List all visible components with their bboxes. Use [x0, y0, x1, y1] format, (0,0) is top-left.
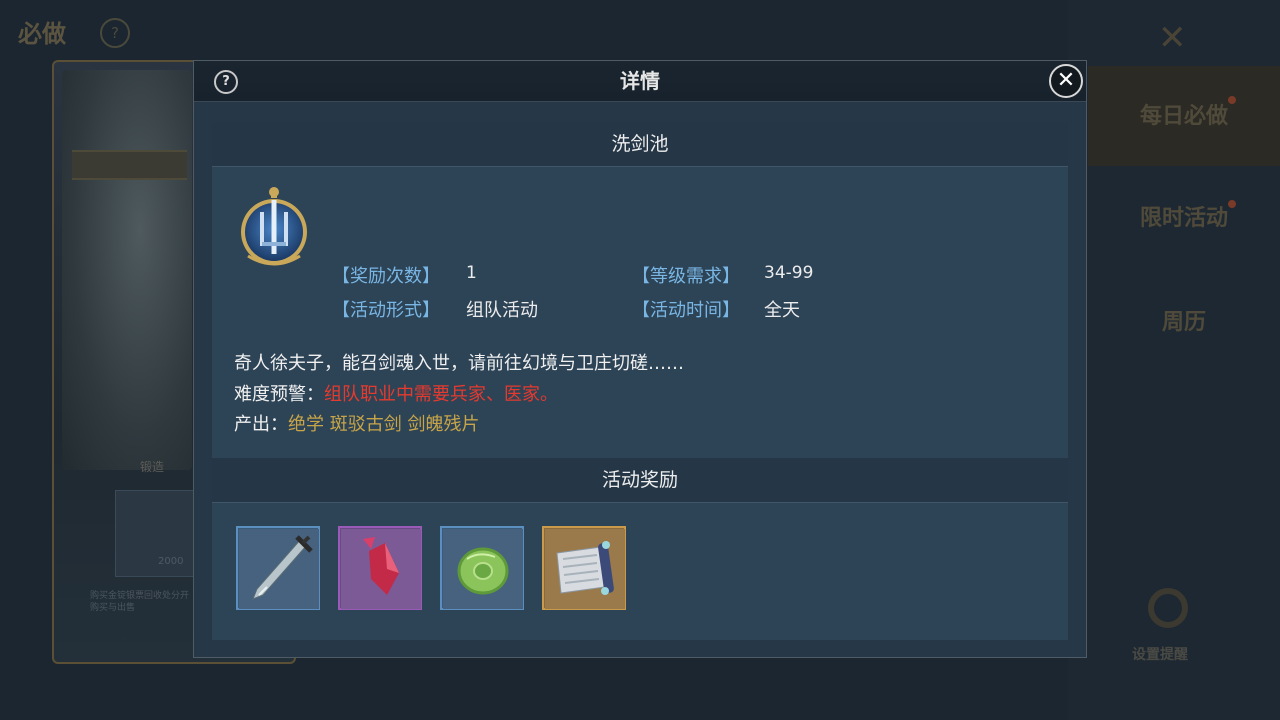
rewards-header: 活动奖励	[212, 458, 1068, 503]
activity-format-value: 组队活动	[466, 300, 538, 321]
red-crystal-icon	[341, 529, 421, 609]
reward-count-label: 【奖励次数】	[332, 266, 440, 287]
background-item-count: 2000	[158, 556, 184, 567]
background-help-icon: ?	[100, 18, 130, 48]
activity-time-value: 全天	[764, 300, 800, 321]
help-button[interactable]: ?	[214, 70, 238, 94]
background-tab-calendar: 周历	[1161, 309, 1206, 335]
background-gear-label: 设置提醒	[1132, 647, 1188, 663]
reward-item-scroll[interactable]	[542, 526, 626, 610]
activity-name-header: 洗剑池	[212, 122, 1068, 167]
scroll-icon	[545, 529, 625, 609]
background-gear-icon	[1148, 588, 1188, 628]
output-value: 绝学 斑驳古剑 剑魄残片	[288, 414, 480, 435]
detail-panel: 洗剑池 【奖励次数】 1 【等级需求】 34-99 【活动形式】 组队活动 【活…	[212, 122, 1068, 640]
output-label: 产出：	[234, 414, 288, 435]
background-notification-dot	[1228, 96, 1236, 104]
jade-disc-icon	[443, 529, 523, 609]
level-requirement-label: 【等级需求】	[632, 266, 740, 287]
reward-item-jade-disc[interactable]	[440, 526, 524, 610]
difficulty-warning-value: 组队职业中需要兵家、医家。	[324, 384, 558, 405]
sword-pool-activity-icon	[241, 187, 307, 266]
background-card-label: 锻造	[140, 460, 165, 474]
background-card-description: 购买金锭银票回收处分开购买与出售	[90, 591, 190, 613]
background-tab-daily: 每日必做	[1088, 66, 1280, 166]
difficulty-warning: 难度预警：组队职业中需要兵家、医家。	[234, 380, 558, 406]
level-requirement-value: 34-99	[764, 263, 814, 283]
background-notification-dot	[1228, 200, 1236, 208]
reward-item-sword[interactable]	[236, 526, 320, 610]
activity-time-label: 【活动时间】	[632, 300, 740, 321]
reward-count-value: 1	[466, 263, 477, 283]
sword-icon	[239, 529, 319, 609]
activity-description: 奇人徐夫子，能召剑魂入世，请前往幻境与卫庄切磋……	[234, 353, 684, 374]
background-close-icon: ✕	[1158, 18, 1187, 58]
activity-format-label: 【活动形式】	[332, 300, 440, 321]
activity-output: 产出：绝学 斑驳古剑 剑魄残片	[234, 410, 479, 436]
background-character-portrait	[62, 70, 192, 470]
difficulty-warning-label: 难度预警：	[234, 384, 324, 405]
close-button[interactable]: ✕	[1049, 64, 1083, 98]
background-page-title: 必做	[18, 19, 66, 48]
background-tab-limited: 限时活动	[1139, 205, 1228, 231]
modal-header: 详情 ? ✕	[194, 61, 1086, 102]
background-item-slot	[115, 490, 197, 577]
modal-title: 详情	[620, 69, 660, 93]
reward-item-red-crystal[interactable]	[338, 526, 422, 610]
detail-modal: 详情 ? ✕ 洗剑池 【奖励次数】 1 【等级需求】 34-99 【活动形式】 …	[193, 60, 1087, 658]
